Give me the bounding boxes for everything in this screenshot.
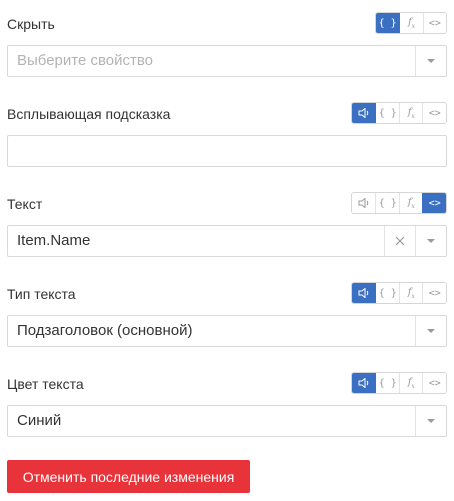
chevron-down-icon xyxy=(427,329,435,333)
reset-changes-button[interactable]: Отменить последние изменения xyxy=(7,460,250,493)
formula-icon: fx xyxy=(407,286,415,300)
mode-binding-button[interactable]: { } xyxy=(376,13,400,33)
text-clear-button[interactable] xyxy=(384,226,415,256)
mode-static-button[interactable] xyxy=(352,193,376,213)
mode-code-button[interactable]: <> xyxy=(422,193,446,213)
text-color-dropdown-toggle[interactable] xyxy=(415,406,446,436)
text-type-select-value: Подзаголовок (основной) xyxy=(17,322,193,339)
mode-code-button[interactable]: <> xyxy=(422,103,446,123)
text-label: Текст xyxy=(7,196,43,212)
code-icon: <> xyxy=(428,17,441,29)
mode-binding-button[interactable]: { } xyxy=(375,103,399,123)
chevron-down-icon xyxy=(427,419,435,423)
formula-icon: fx xyxy=(407,196,415,210)
speaker-icon xyxy=(358,288,368,298)
text-color-select[interactable]: Синий xyxy=(7,405,447,437)
mode-formula-button[interactable]: fx xyxy=(398,283,423,303)
formula-icon: fx xyxy=(407,106,415,120)
mode-code-button[interactable]: <> xyxy=(422,283,446,303)
text-type-mode-switcher: { } fx <> xyxy=(351,282,447,304)
formula-icon: fx xyxy=(407,376,415,390)
braces-icon: { } xyxy=(378,377,397,389)
text-type-dropdown-toggle[interactable] xyxy=(415,316,446,346)
text-dropdown-toggle[interactable] xyxy=(415,226,446,256)
text-type-label: Тип текста xyxy=(7,286,76,302)
mode-formula-button[interactable]: fx xyxy=(398,193,423,213)
text-select-value: Item.Name xyxy=(17,232,91,249)
mode-code-button[interactable]: <> xyxy=(422,13,446,33)
hide-dropdown-toggle[interactable] xyxy=(415,46,446,76)
mode-static-button[interactable] xyxy=(352,283,376,303)
tooltip-input[interactable] xyxy=(7,135,447,167)
formula-icon: fx xyxy=(407,16,416,30)
mode-formula-button[interactable]: fx xyxy=(398,373,423,393)
hide-mode-switcher: { } fx <> xyxy=(375,12,447,34)
mode-binding-button[interactable]: { } xyxy=(375,283,399,303)
tooltip-label: Всплывающая подсказка xyxy=(7,106,171,122)
hide-select-placeholder: Выберите свойство xyxy=(17,52,154,69)
mode-formula-button[interactable]: fx xyxy=(399,13,423,33)
code-icon: <> xyxy=(428,287,441,299)
close-icon xyxy=(395,236,405,246)
mode-code-button[interactable]: <> xyxy=(422,373,446,393)
text-color-select-value: Синий xyxy=(17,412,62,429)
code-icon: <> xyxy=(428,197,441,209)
braces-icon: { } xyxy=(378,17,397,29)
text-color-label: Цвет текста xyxy=(7,376,84,392)
mode-formula-button[interactable]: fx xyxy=(398,103,423,123)
braces-icon: { } xyxy=(378,197,397,209)
text-select[interactable]: Item.Name xyxy=(7,225,447,257)
braces-icon: { } xyxy=(378,107,397,119)
text-type-select[interactable]: Подзаголовок (основной) xyxy=(7,315,447,347)
speaker-icon xyxy=(358,378,368,388)
tooltip-mode-switcher: { } fx <> xyxy=(351,102,447,124)
speaker-icon xyxy=(358,198,368,208)
properties-panel: Скрыть { } fx <> Выберите свойство Всплы… xyxy=(0,0,454,501)
text-color-mode-switcher: { } fx <> xyxy=(351,372,447,394)
braces-icon: { } xyxy=(378,287,397,299)
chevron-down-icon xyxy=(427,239,435,243)
code-icon: <> xyxy=(428,377,441,389)
hide-label: Скрыть xyxy=(7,16,55,32)
mode-static-button[interactable] xyxy=(352,373,376,393)
text-mode-switcher: { } fx <> xyxy=(351,192,447,214)
chevron-down-icon xyxy=(427,59,435,63)
hide-select[interactable]: Выберите свойство xyxy=(7,45,447,77)
mode-binding-button[interactable]: { } xyxy=(375,193,399,213)
mode-static-button[interactable] xyxy=(352,103,376,123)
code-icon: <> xyxy=(428,107,441,119)
speaker-icon xyxy=(358,108,368,118)
mode-binding-button[interactable]: { } xyxy=(375,373,399,393)
